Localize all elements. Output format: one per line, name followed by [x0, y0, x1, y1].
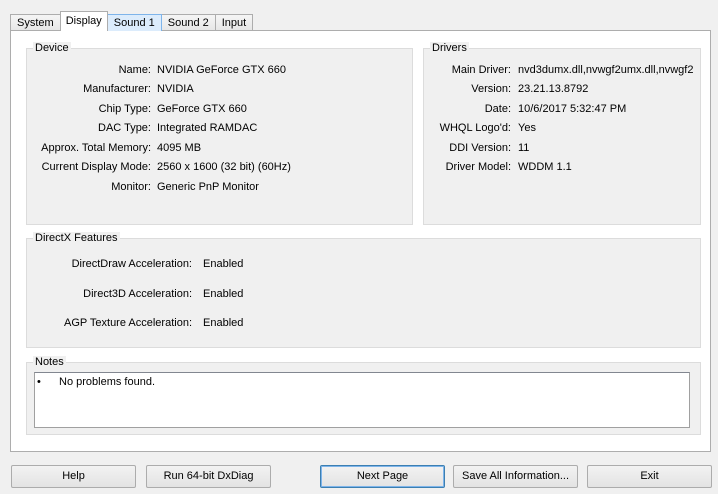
device-group-title: Device	[33, 42, 71, 55]
device-row-dac-type: DAC Type: Integrated RAMDAC	[27, 121, 412, 135]
device-value: NVIDIA GeForce GTX 660	[157, 64, 286, 76]
notes-group: Notes • No problems found.	[26, 356, 701, 435]
device-value: NVIDIA	[157, 83, 194, 95]
driver-value: 23.21.13.8792	[518, 83, 589, 95]
device-value: Generic PnP Monitor	[157, 181, 259, 193]
device-label: Name:	[118, 64, 151, 76]
device-label: Current Display Mode:	[41, 161, 151, 173]
next-page-button[interactable]: Next Page	[320, 465, 445, 488]
driver-label: Date:	[484, 103, 511, 115]
device-row-chip-type: Chip Type: GeForce GTX 660	[27, 102, 412, 116]
directx-value: Enabled	[203, 317, 244, 329]
driver-row-main-driver: Main Driver: nvd3dumx.dll,nvwgf2umx.dll,…	[424, 63, 700, 77]
driver-label: WHQL Logo'd:	[439, 122, 511, 134]
driver-value: WDDM 1.1	[518, 161, 572, 173]
driver-value: 10/6/2017 5:32:47 PM	[518, 103, 627, 115]
driver-row-date: Date: 10/6/2017 5:32:47 PM	[424, 102, 700, 116]
device-label: Manufacturer:	[83, 83, 151, 95]
tab-system[interactable]: System	[10, 14, 61, 31]
directx-label: AGP Texture Acceleration:	[64, 317, 192, 329]
directx-row-direct3d: Direct3D Acceleration: Enabled	[27, 287, 700, 301]
device-row-manufacturer: Manufacturer: NVIDIA	[27, 82, 412, 96]
device-label: Chip Type:	[98, 103, 151, 115]
device-row-display-mode: Current Display Mode: 2560 x 1600 (32 bi…	[27, 160, 412, 174]
driver-row-whql: WHQL Logo'd: Yes	[424, 121, 700, 135]
directx-row-agp-texture: AGP Texture Acceleration: Enabled	[27, 316, 700, 330]
device-row-memory: Approx. Total Memory: 4095 MB	[27, 141, 412, 155]
notes-group-title: Notes	[33, 356, 66, 369]
directx-row-directdraw: DirectDraw Acceleration: Enabled	[27, 257, 700, 271]
tab-sound-1[interactable]: Sound 1	[106, 14, 162, 31]
tab-input[interactable]: Input	[214, 14, 254, 31]
device-label: Approx. Total Memory:	[41, 142, 151, 154]
driver-label: Main Driver:	[451, 64, 511, 76]
driver-value: nvd3dumx.dll,nvwgf2umx.dll,nvwgf2	[518, 64, 694, 76]
run-64-bit-dxdiag-button[interactable]: Run 64-bit DxDiag	[146, 465, 271, 488]
note-text: No problems found.	[59, 376, 155, 388]
driver-row-driver-model: Driver Model: WDDM 1.1	[424, 160, 700, 174]
device-value: Integrated RAMDAC	[157, 122, 258, 134]
tab-sound-2[interactable]: Sound 2	[160, 14, 216, 31]
directx-label: DirectDraw Acceleration:	[71, 258, 192, 270]
device-row-monitor: Monitor: Generic PnP Monitor	[27, 180, 412, 194]
driver-value: 11	[518, 142, 530, 154]
directx-group-title: DirectX Features	[33, 232, 120, 245]
device-value: 4095 MB	[157, 142, 202, 154]
directx-value: Enabled	[203, 258, 244, 270]
directx-value: Enabled	[203, 288, 244, 300]
help-button[interactable]: Help	[11, 465, 136, 488]
drivers-group: Drivers Main Driver: nvd3dumx.dll,nvwgf2…	[423, 42, 701, 225]
tab-display[interactable]: Display	[59, 11, 108, 31]
driver-label: DDI Version:	[449, 142, 511, 154]
exit-button[interactable]: Exit	[587, 465, 712, 488]
display-tab-panel: Device Name: NVIDIA GeForce GTX 660 Manu…	[10, 30, 711, 452]
driver-value: Yes	[518, 122, 536, 134]
device-value: GeForce GTX 660	[157, 103, 247, 115]
device-value: 2560 x 1600 (32 bit) (60Hz)	[157, 161, 291, 173]
device-label: Monitor:	[111, 181, 151, 193]
save-all-information-button[interactable]: Save All Information...	[453, 465, 578, 488]
tab-strip: System Display Sound 1 Sound 2 Input	[10, 11, 254, 31]
directx-label: Direct3D Acceleration:	[83, 288, 192, 300]
driver-row-version: Version: 23.21.13.8792	[424, 82, 700, 96]
directx-features-group: DirectX Features DirectDraw Acceleration…	[26, 232, 701, 348]
drivers-group-title: Drivers	[430, 42, 469, 55]
device-row-name: Name: NVIDIA GeForce GTX 660	[27, 63, 412, 77]
notes-textbox[interactable]: • No problems found.	[34, 372, 690, 428]
driver-row-ddi-version: DDI Version: 11	[424, 141, 700, 155]
device-group: Device Name: NVIDIA GeForce GTX 660 Manu…	[26, 42, 413, 225]
driver-label: Version:	[471, 83, 511, 95]
bullet-icon: •	[37, 376, 41, 388]
device-label: DAC Type:	[98, 122, 151, 134]
driver-label: Driver Model:	[445, 161, 511, 173]
